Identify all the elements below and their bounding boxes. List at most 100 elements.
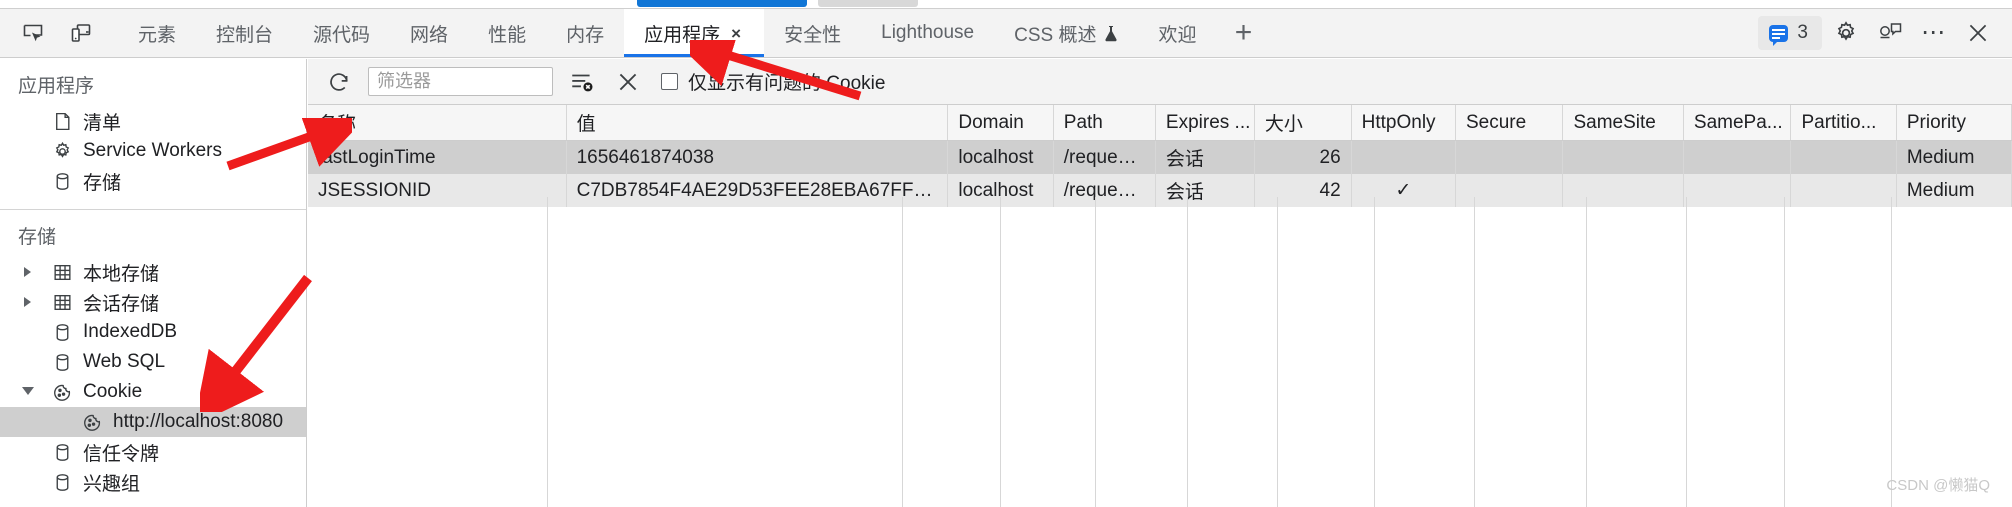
tab-console[interactable]: 控制台 — [196, 9, 293, 57]
cell-name[interactable]: lastLoginTime — [308, 140, 567, 174]
filter-input[interactable] — [368, 67, 553, 96]
tab-lighthouse[interactable]: Lighthouse — [861, 9, 994, 57]
messages-badge[interactable]: 3 — [1758, 16, 1822, 50]
sidebar-item-cookie[interactable]: Cookie — [0, 377, 306, 407]
tab-network[interactable]: 网络 — [390, 9, 468, 57]
device-toolbar-icon[interactable] — [62, 16, 100, 50]
column-header-value[interactable]: 值 — [566, 105, 949, 141]
sidebar-item-label: 会话存储 — [83, 293, 160, 315]
inspect-element-icon[interactable] — [14, 16, 52, 50]
cell-httponly[interactable]: ✓ — [1351, 174, 1456, 207]
cell-value[interactable]: C7DB7854F4AE29D53FEE28EBA67FF80B — [566, 174, 949, 207]
column-header-size[interactable]: 大小 — [1254, 105, 1352, 141]
cell-size[interactable]: 26 — [1254, 140, 1352, 174]
sidebar-item-session-storage[interactable]: 会话存储 — [0, 287, 306, 317]
tab-welcome[interactable]: 欢迎 — [1138, 9, 1216, 57]
sidebar-item-cookie-localhost[interactable]: http://localhost:8080 — [0, 407, 306, 437]
sidebar-item-trust-tokens[interactable]: 信任令牌 — [0, 437, 306, 467]
chevron-down-icon[interactable] — [22, 386, 34, 400]
cell-partition[interactable] — [1790, 174, 1897, 207]
sidebar-item-label: http://localhost:8080 — [113, 411, 284, 432]
sidebar-item-label: 存储 — [83, 172, 122, 194]
more-options-icon[interactable]: ⋯ — [1914, 14, 1954, 52]
cell-samepa[interactable] — [1683, 140, 1792, 174]
devtools-tabs: 元素 控制台 源代码 网络 性能 内存 应用程序 × 安全性 Lighthous… — [118, 9, 1270, 57]
column-header-httponly[interactable]: HttpOnly — [1351, 105, 1456, 141]
table-row[interactable]: JSESSIONID C7DB7854F4AE29D53FEE28EBA67FF8… — [308, 174, 2012, 207]
sidebar-item-service-workers[interactable]: Service Workers — [0, 136, 306, 166]
sidebar-item-indexeddb[interactable]: IndexedDB — [0, 317, 306, 347]
cell-secure[interactable] — [1455, 140, 1564, 174]
manifest-file-icon — [52, 111, 73, 132]
clear-filter-icon[interactable] — [565, 66, 599, 98]
tab-label: 元素 — [138, 24, 177, 46]
sidebar-item-interest-groups[interactable]: 兴趣组 — [0, 467, 306, 497]
clear-all-cookies-icon[interactable] — [611, 66, 645, 98]
cell-domain[interactable]: localhost — [947, 140, 1054, 174]
sidebar-item-label: 本地存储 — [83, 263, 160, 285]
column-header-name[interactable]: 名称 — [308, 105, 567, 141]
add-tab-button[interactable]: + — [1216, 9, 1270, 57]
sidebar-item-storage[interactable]: 存储 — [0, 166, 306, 196]
checkbox-label: 仅显示有问题的 Cookie — [688, 73, 886, 94]
cell-samepa[interactable] — [1683, 174, 1792, 207]
tab-label: 性能 — [488, 24, 527, 46]
sidebar-item-local-storage[interactable]: 本地存储 — [0, 257, 306, 287]
column-header-partition[interactable]: Partitio... — [1790, 105, 1897, 141]
tab-label: CSS 概述 — [1014, 24, 1097, 46]
problem-cookies-checkbox[interactable]: 仅显示有问题的 Cookie — [661, 68, 885, 95]
column-header-domain[interactable]: Domain — [947, 105, 1054, 141]
column-header-samesite[interactable]: SameSite — [1562, 105, 1684, 141]
close-devtools-icon[interactable] — [1958, 14, 1998, 52]
cell-path[interactable]: /request... — [1053, 140, 1156, 174]
close-icon[interactable]: × — [728, 25, 744, 42]
tab-memory[interactable]: 内存 — [546, 9, 624, 57]
cell-path[interactable]: /request... — [1053, 174, 1156, 207]
cell-priority[interactable]: Medium — [1896, 174, 2012, 207]
table-row[interactable]: lastLoginTime 1656461874038 localhost/requ… — [308, 140, 2012, 174]
sidebar-item-label: 清单 — [83, 112, 122, 134]
cell-name[interactable]: JSESSIONID — [308, 174, 567, 207]
column-divider — [902, 197, 903, 507]
tab-sources[interactable]: 源代码 — [293, 9, 390, 57]
tab-css-overview[interactable]: CSS 概述 — [994, 9, 1138, 57]
sidebar-item-web-sql[interactable]: Web SQL — [0, 347, 306, 377]
chevron-right-icon[interactable] — [24, 267, 31, 277]
browser-tab-active[interactable] — [637, 0, 807, 7]
tab-label: 应用程序 — [644, 24, 721, 46]
tab-application[interactable]: 应用程序 × — [624, 9, 765, 57]
tab-security[interactable]: 安全性 — [764, 9, 861, 57]
column-divider — [1586, 197, 1587, 507]
browser-tab-inactive[interactable] — [818, 0, 918, 7]
gear-icon[interactable] — [1826, 14, 1866, 52]
column-header-secure[interactable]: Secure — [1455, 105, 1564, 141]
checkbox-box[interactable] — [661, 73, 678, 90]
column-header-path[interactable]: Path — [1053, 105, 1156, 141]
column-header-expires[interactable]: Expires ... — [1155, 105, 1255, 141]
column-header-priority[interactable]: Priority — [1896, 105, 2012, 141]
cell-secure[interactable] — [1455, 174, 1564, 207]
feedback-icon[interactable] — [1870, 14, 1910, 52]
column-divider — [547, 197, 548, 507]
column-divider — [1187, 197, 1188, 507]
cell-samesite[interactable] — [1562, 140, 1684, 174]
cell-size[interactable]: 42 — [1254, 174, 1352, 207]
column-divider — [1784, 197, 1785, 507]
sidebar-item-manifest[interactable]: 清单 — [0, 106, 306, 136]
tab-elements[interactable]: 元素 — [118, 9, 196, 57]
cell-httponly[interactable] — [1351, 140, 1456, 174]
cell-expires[interactable]: 会话 — [1155, 174, 1255, 207]
cell-domain[interactable]: localhost — [947, 174, 1054, 207]
refresh-icon[interactable] — [322, 66, 356, 98]
cell-partition[interactable] — [1790, 140, 1897, 174]
sidebar-item-label: IndexedDB — [83, 321, 178, 342]
cell-priority[interactable]: Medium — [1896, 140, 2012, 174]
tab-performance[interactable]: 性能 — [468, 9, 546, 57]
cell-samesite[interactable] — [1562, 174, 1684, 207]
cell-value[interactable]: 1656461874038 — [566, 140, 949, 174]
column-header-samepa[interactable]: SamePa... — [1683, 105, 1792, 141]
cookie-icon — [82, 412, 103, 433]
database-icon — [52, 352, 73, 373]
cell-expires[interactable]: 会话 — [1155, 140, 1255, 174]
chevron-right-icon[interactable] — [24, 297, 31, 307]
